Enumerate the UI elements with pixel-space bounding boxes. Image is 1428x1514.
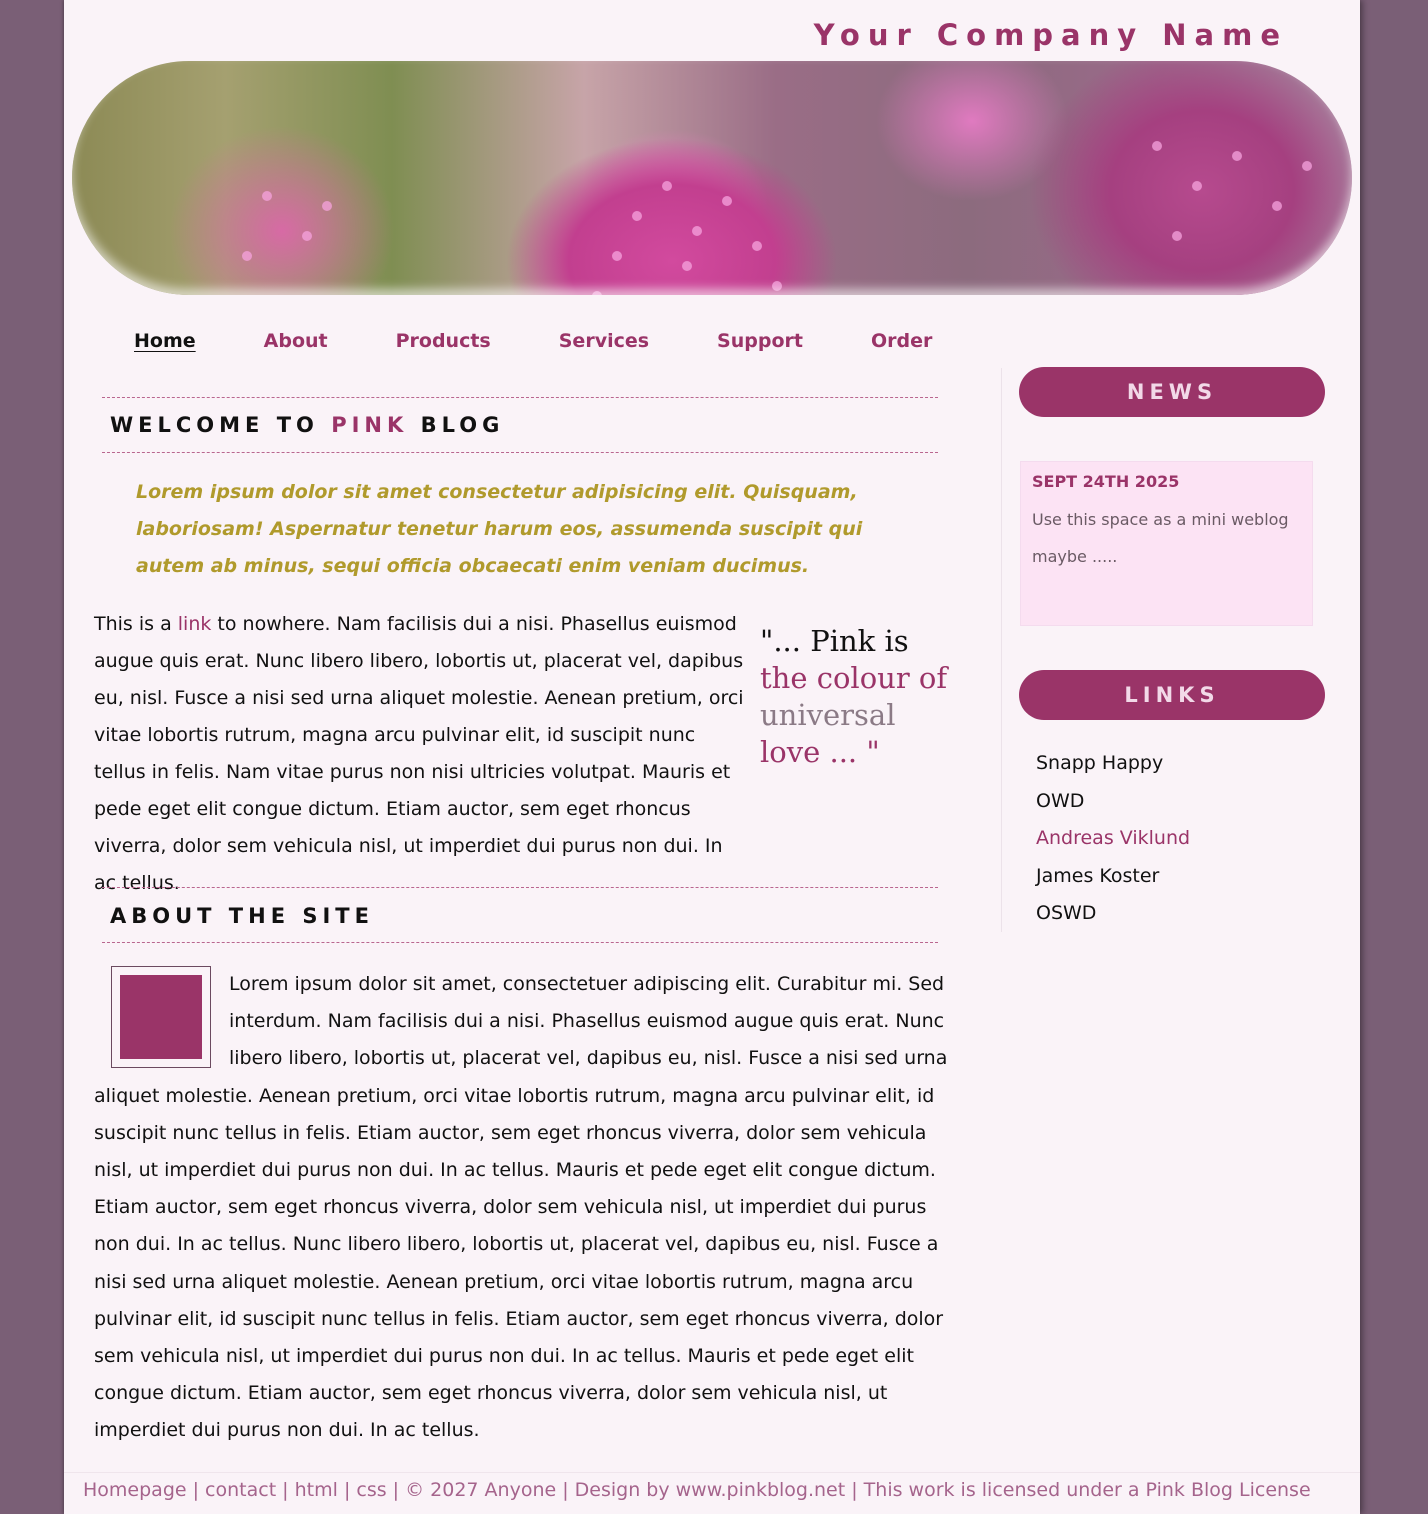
nav-support[interactable]: Support bbox=[717, 330, 803, 352]
petal-decoration bbox=[1302, 161, 1312, 171]
main-nav: Home About Products Services Support Ord… bbox=[134, 330, 1000, 352]
nav-services[interactable]: Services bbox=[559, 330, 649, 352]
petal-decoration bbox=[772, 281, 782, 291]
about-text: Lorem ipsum dolor sit amet, consectetuer… bbox=[94, 973, 948, 1442]
welcome-title-post: BLOG bbox=[408, 413, 505, 437]
quote-line-3: universal bbox=[760, 698, 896, 732]
petal-decoration bbox=[752, 241, 762, 251]
petal-decoration bbox=[1272, 201, 1282, 211]
quote-line-1: "... Pink is bbox=[760, 624, 909, 658]
petal-decoration bbox=[1232, 151, 1242, 161]
petal-decoration bbox=[1152, 141, 1162, 151]
petal-decoration bbox=[1172, 231, 1182, 241]
intro-text: Lorem ipsum dolor sit amet consectetur a… bbox=[136, 481, 863, 577]
petal-decoration bbox=[242, 251, 252, 261]
nav-products[interactable]: Products bbox=[396, 330, 491, 352]
para-text-post: to nowhere. Nam facilisis dui a nisi. Ph… bbox=[94, 613, 744, 894]
about-title: ABOUT THE SITE bbox=[110, 904, 374, 928]
page-container: Your Company Name Home About Products Se… bbox=[64, 0, 1360, 1514]
petal-decoration bbox=[682, 261, 692, 271]
petal-decoration bbox=[612, 251, 622, 261]
nav-about[interactable]: About bbox=[264, 330, 328, 352]
news-box: SEPT 24TH 2025 Use this space as a mini … bbox=[1020, 461, 1313, 626]
petal-decoration bbox=[662, 181, 672, 191]
para-text-pre: This is a bbox=[94, 613, 178, 635]
link-item[interactable]: Andreas Viklund bbox=[1036, 820, 1190, 858]
link-item[interactable]: OWD bbox=[1036, 783, 1190, 821]
petal-decoration bbox=[322, 201, 332, 211]
news-text: Use this space as a mini weblog maybe ..… bbox=[1032, 510, 1289, 566]
welcome-title: WELCOME TO PINK BLOG bbox=[110, 413, 504, 437]
welcome-paragraph: This is a link to nowhere. Nam facilisis… bbox=[94, 606, 749, 902]
divider bbox=[102, 397, 938, 398]
links-heading: LINKS bbox=[1019, 670, 1325, 720]
petal-decoration bbox=[302, 231, 312, 241]
news-date: SEPT 24TH 2025 bbox=[1032, 472, 1180, 491]
about-content: Lorem ipsum dolor sit amet, consectetuer… bbox=[94, 966, 956, 1450]
nav-home[interactable]: Home bbox=[134, 330, 196, 352]
petal-decoration bbox=[692, 226, 702, 236]
sidebar-divider bbox=[1001, 368, 1002, 932]
inline-link[interactable]: link bbox=[178, 613, 212, 635]
link-item[interactable]: James Koster bbox=[1036, 858, 1190, 896]
news-heading: NEWS bbox=[1019, 367, 1325, 417]
link-item[interactable]: Snapp Happy bbox=[1036, 745, 1190, 783]
pull-quote: "... Pink is the colour of universal lov… bbox=[760, 623, 950, 771]
welcome-title-pink: PINK bbox=[331, 413, 409, 437]
divider bbox=[102, 942, 938, 943]
links-list: Snapp Happy OWD Andreas Viklund James Ko… bbox=[1036, 745, 1190, 933]
footer-divider bbox=[64, 1472, 1360, 1473]
welcome-title-pre: WELCOME TO bbox=[110, 413, 332, 437]
quote-line-4: love ... " bbox=[760, 735, 880, 769]
company-name: Your Company Name bbox=[813, 18, 1288, 52]
quote-line-2: the colour of bbox=[760, 661, 948, 695]
divider bbox=[102, 452, 938, 453]
petal-decoration bbox=[632, 211, 642, 221]
petal-decoration bbox=[1192, 181, 1202, 191]
divider bbox=[102, 887, 938, 888]
header-banner-image bbox=[72, 61, 1352, 295]
about-image bbox=[111, 966, 211, 1068]
nav-order[interactable]: Order bbox=[871, 330, 932, 352]
footer-text: Homepage | contact | html | css | © 2027… bbox=[83, 1479, 1311, 1501]
petal-decoration bbox=[592, 291, 602, 295]
petal-decoration bbox=[722, 196, 732, 206]
petal-decoration bbox=[262, 191, 272, 201]
link-item[interactable]: OSWD bbox=[1036, 895, 1190, 933]
